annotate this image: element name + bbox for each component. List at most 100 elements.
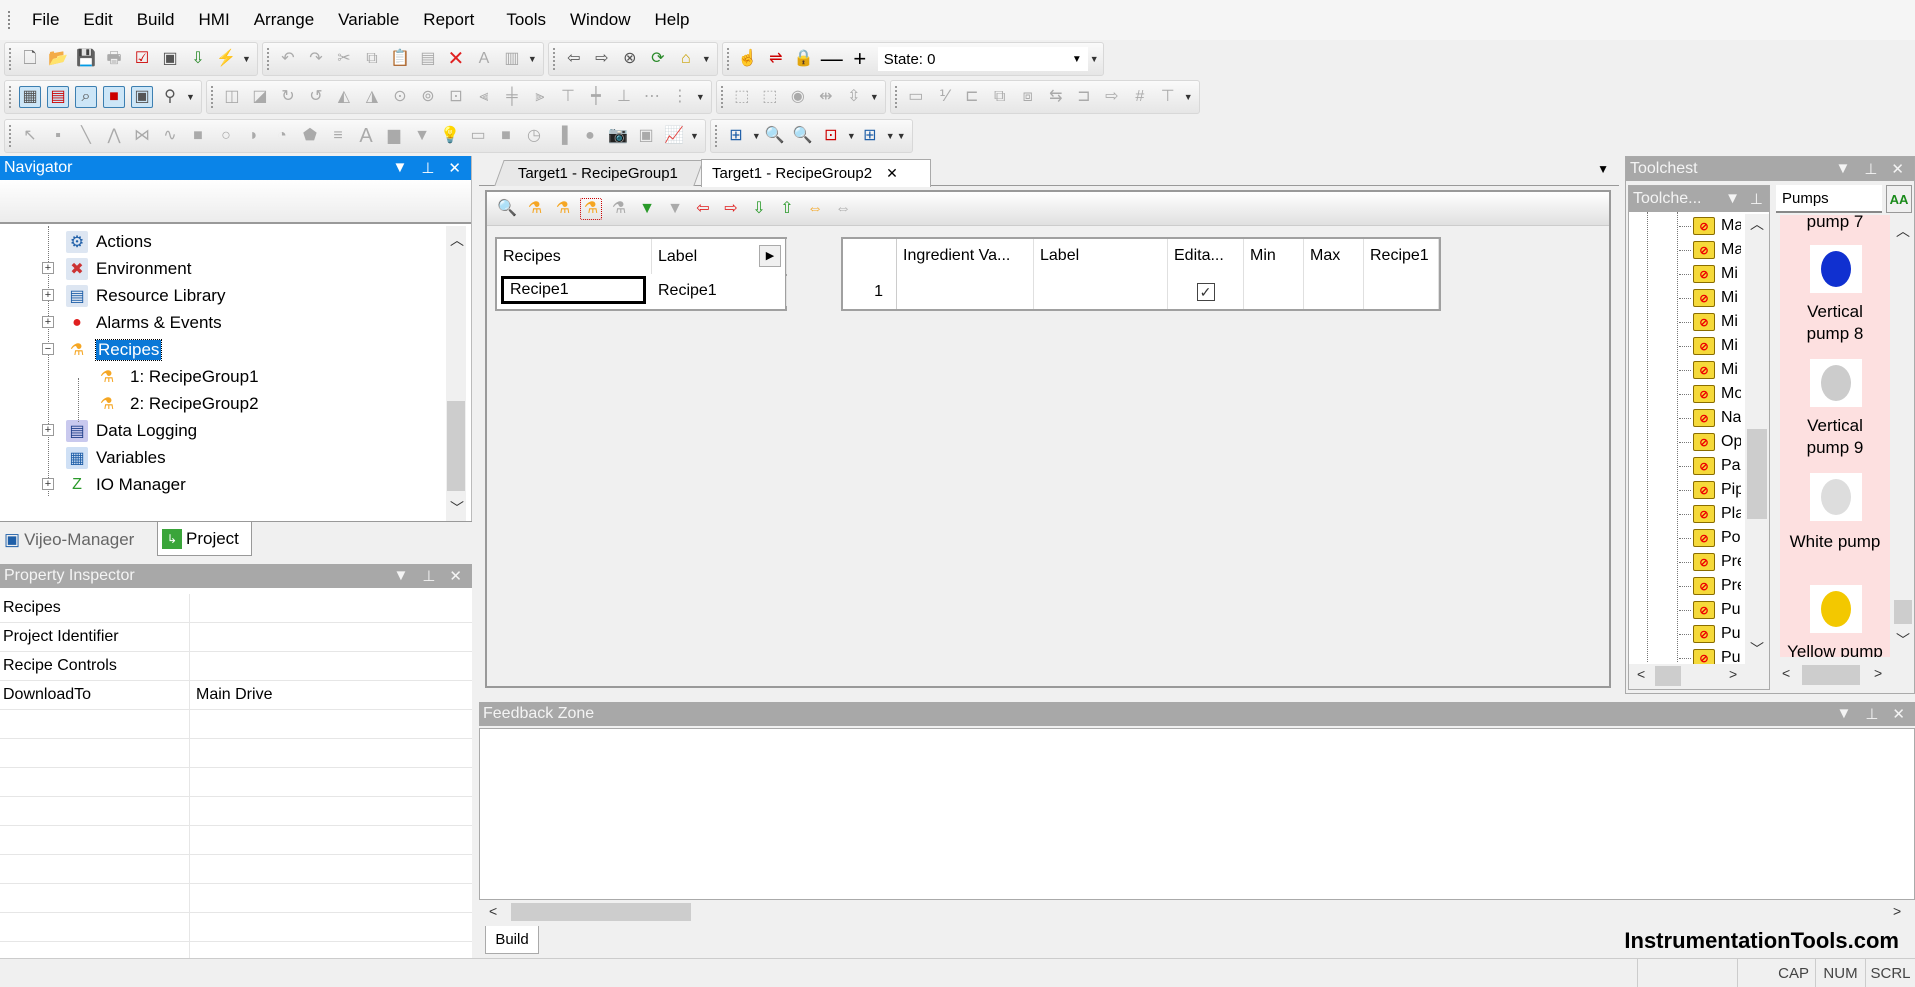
property-row[interactable]: Recipes bbox=[0, 594, 472, 623]
same-height-icon[interactable]: ⬚ bbox=[759, 86, 781, 108]
switch-part-icon[interactable]: ▼ bbox=[411, 125, 433, 147]
list-icon[interactable]: ≡ bbox=[327, 125, 349, 147]
menu-help[interactable]: Help bbox=[642, 10, 701, 30]
polygon-icon[interactable]: ⬟ bbox=[299, 125, 321, 147]
dropdown-icon[interactable]: ▼ bbox=[392, 159, 407, 177]
ungroup-icon[interactable]: ⊚ bbox=[417, 86, 439, 108]
scroll-right-icon[interactable]: > bbox=[1729, 666, 1737, 682]
resize-columns-icon[interactable]: ⇔ bbox=[804, 198, 826, 220]
zigzag-icon[interactable]: ⋈ bbox=[131, 125, 153, 147]
toolbar-overflow-icon[interactable]: ▼ bbox=[1184, 92, 1193, 102]
pump-image[interactable] bbox=[1810, 585, 1862, 633]
expand-icon[interactable]: + bbox=[42, 478, 54, 490]
scroll-right-button[interactable]: ▶ bbox=[759, 245, 781, 267]
state-select[interactable]: State: 0 ▼ bbox=[877, 47, 1088, 71]
toolbar-grip[interactable] bbox=[9, 125, 12, 147]
lamp-icon[interactable]: 💡 bbox=[439, 125, 461, 147]
toolbar-grip[interactable] bbox=[720, 86, 724, 108]
toolchest-folder[interactable]: ⊘ Op bbox=[1679, 430, 1741, 454]
tree-item[interactable]: − ⚗ Recipes bbox=[42, 336, 163, 363]
toolchest-folder[interactable]: ⊘ Pu bbox=[1679, 622, 1741, 646]
refresh-icon[interactable]: ⟳ bbox=[647, 48, 669, 70]
navigator-filter-bar[interactable] bbox=[0, 180, 471, 224]
toolchest-folder[interactable]: ⊘ Pla bbox=[1679, 502, 1741, 526]
fit-icon[interactable]: ⊡ bbox=[445, 86, 467, 108]
panel-icon[interactable]: ▭ bbox=[905, 86, 927, 108]
zoom-out-icon[interactable]: 🔍 bbox=[792, 125, 814, 147]
zoom-in-icon[interactable]: 🔍 bbox=[764, 125, 786, 147]
grid-icon[interactable]: ⊞ bbox=[859, 125, 881, 147]
empty-property-row[interactable] bbox=[0, 797, 472, 826]
save-icon[interactable]: 💾 bbox=[75, 48, 97, 70]
plus-icon[interactable]: + bbox=[849, 48, 871, 70]
expand-icon[interactable]: + bbox=[42, 316, 54, 328]
editable-checkbox[interactable]: ✓ bbox=[1196, 282, 1215, 301]
curve-icon[interactable]: ∿ bbox=[159, 125, 181, 147]
category-label[interactable]: Pumps bbox=[1776, 185, 1882, 213]
binoculars-icon[interactable]: ⚲ bbox=[159, 86, 181, 108]
check-icon[interactable]: ☑ bbox=[131, 48, 153, 70]
stack-icon[interactable]: ⧈ bbox=[1017, 86, 1039, 108]
empty-property-row[interactable] bbox=[0, 913, 472, 942]
delete-icon[interactable]: ✕ bbox=[445, 48, 467, 70]
bracket-icon[interactable]: ⊏ bbox=[961, 86, 983, 108]
gallery-hscroll[interactable]: < > bbox=[1774, 663, 1914, 688]
toolbar-grip[interactable] bbox=[9, 48, 12, 70]
toolchest-folder[interactable]: ⊘ Mo bbox=[1679, 382, 1741, 406]
forward-icon[interactable]: ⇨ bbox=[591, 48, 613, 70]
menu-file[interactable]: File bbox=[20, 10, 71, 30]
expand-icon[interactable]: + bbox=[42, 424, 54, 436]
paste-special-icon[interactable]: ▤ bbox=[417, 48, 439, 70]
dropdown-icon[interactable]: ▼ bbox=[1835, 160, 1850, 178]
header-editable[interactable]: Edita... bbox=[1168, 239, 1244, 274]
header-label[interactable]: Label bbox=[1034, 239, 1168, 274]
toolchest-folder[interactable]: ⊘ Ma bbox=[1679, 238, 1741, 262]
toolbar-grip[interactable] bbox=[9, 86, 12, 108]
image-icon[interactable]: ▆ bbox=[383, 125, 405, 147]
pin-icon[interactable]: ⊥ bbox=[421, 159, 434, 177]
numeric-icon[interactable]: ▭ bbox=[467, 125, 489, 147]
close-icon[interactable]: ✕ bbox=[449, 567, 462, 585]
bracket2-icon[interactable]: ⊐ bbox=[1073, 86, 1095, 108]
tree-item[interactable]: ⚙ Actions bbox=[66, 228, 152, 255]
select-recipe-icon[interactable]: ⚗ bbox=[580, 197, 602, 220]
scroll-right-icon[interactable]: > bbox=[1893, 903, 1901, 919]
ingredient-label-cell[interactable] bbox=[1034, 274, 1168, 309]
align-right-icon[interactable]: ⫸ bbox=[529, 86, 551, 108]
toolchest-view-icon[interactable]: ■ bbox=[103, 86, 125, 108]
rotate-icon[interactable]: ↻ bbox=[277, 86, 299, 108]
toolchest-folder[interactable]: ⊘ Mi bbox=[1679, 358, 1741, 382]
menu-variable[interactable]: Variable bbox=[326, 10, 411, 30]
scroll-thumb[interactable] bbox=[447, 401, 465, 491]
move-left-icon[interactable]: ⇦ bbox=[692, 198, 714, 220]
send-back-icon[interactable]: ◪ bbox=[249, 86, 271, 108]
exchange-icon[interactable]: ⇆ bbox=[1045, 86, 1067, 108]
chevron-down-icon[interactable]: ▼ bbox=[1072, 54, 1082, 65]
scroll-left-icon[interactable]: < bbox=[489, 903, 497, 919]
delete-recipe-icon[interactable]: ⚗ bbox=[552, 198, 574, 220]
tab-vijeo-manager[interactable]: ▣ Vijeo-Manager bbox=[0, 524, 157, 556]
toolchest-folder[interactable]: ⊘ Pu bbox=[1679, 646, 1741, 664]
menu-report[interactable]: Report bbox=[411, 10, 486, 30]
network-icon[interactable]: ⊞ bbox=[725, 125, 747, 147]
tree-item[interactable]: ⚗ 2: RecipeGroup2 bbox=[96, 390, 259, 417]
tree-item[interactable]: + ▤ Resource Library bbox=[42, 282, 225, 309]
space-h-icon[interactable]: ⇹ bbox=[815, 86, 837, 108]
recipe-label-cell[interactable]: Recipe1 bbox=[652, 276, 787, 306]
redo-icon[interactable]: ↷ bbox=[305, 48, 327, 70]
expand-icon[interactable]: + bbox=[42, 289, 54, 301]
expand-icon[interactable]: + bbox=[42, 262, 54, 274]
toolchest-folder[interactable]: ⊘ Pip bbox=[1679, 478, 1741, 502]
toolchest-folder[interactable]: ⊘ Mi bbox=[1679, 262, 1741, 286]
pin-icon[interactable]: ⊥ bbox=[422, 567, 435, 585]
tab-recipegroup1[interactable]: Target1 - RecipeGroup1 bbox=[494, 160, 704, 186]
toolchest-folder[interactable]: ⊘ Mi bbox=[1679, 286, 1741, 310]
button-part-icon[interactable]: ■ bbox=[495, 125, 517, 147]
flip-v-icon[interactable]: ◮ bbox=[361, 86, 383, 108]
scroll-thumb[interactable] bbox=[1747, 429, 1767, 519]
pump-item-label[interactable]: Vertical pump 9 bbox=[1780, 415, 1890, 459]
toolbar-overflow-icon[interactable]: ▼ bbox=[897, 131, 906, 141]
tree-item[interactable]: + ✖ Environment bbox=[42, 255, 191, 282]
bring-front-icon[interactable]: ◫ bbox=[221, 86, 243, 108]
polyline-icon[interactable]: ⋀ bbox=[103, 125, 125, 147]
